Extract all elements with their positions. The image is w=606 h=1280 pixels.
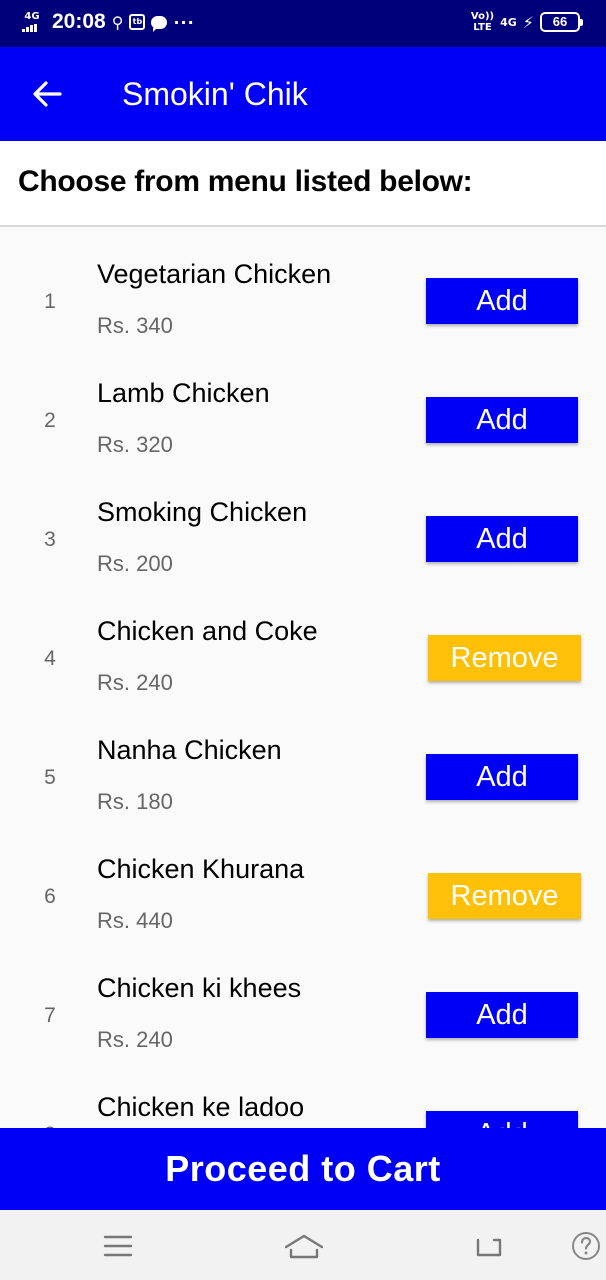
signal-icon: 4G — [22, 12, 42, 32]
more-notifications-icon: ··· — [173, 12, 195, 32]
add-button[interactable]: Add — [426, 278, 578, 324]
message-icon — [151, 15, 168, 32]
item-name: Chicken ke ladoo — [97, 1092, 305, 1122]
item-index: 4 — [44, 647, 56, 670]
battery-icon: 66 — [540, 12, 583, 32]
add-button[interactable]: Add — [426, 516, 578, 562]
item-price: Rs. 240 — [97, 670, 173, 695]
menu-item: 1 Vegetarian Chicken Rs. 340 Add — [0, 229, 606, 348]
menu-item: 6 Chicken Khurana Rs. 440 Remove — [0, 824, 606, 943]
item-index: 8 — [40, 1062, 60, 1128]
mobile-data-icon: 4G — [500, 15, 517, 29]
remove-button[interactable]: Remove — [428, 873, 581, 919]
volte-icon: Vo)) LTE — [470, 11, 495, 33]
item-index: 3 — [44, 528, 56, 551]
menu-icon[interactable] — [100, 1228, 136, 1264]
remove-button[interactable]: Remove — [428, 635, 581, 681]
add-button[interactable]: Add — [426, 397, 578, 443]
app-title: Smokin' Chik — [122, 76, 308, 112]
item-name: Nanha Chicken — [97, 735, 282, 765]
home-icon[interactable] — [282, 1228, 326, 1264]
item-name: Chicken Khurana — [97, 854, 305, 884]
add-button[interactable]: Add — [426, 992, 578, 1038]
clock: 20:08 — [52, 10, 106, 33]
proceed-to-cart-button[interactable]: Proceed to Cart — [0, 1128, 606, 1210]
back-icon[interactable] — [470, 1228, 506, 1264]
item-name: Vegetarian Chicken — [97, 259, 332, 289]
item-price: Rs. 340 — [97, 313, 173, 338]
system-nav-bar — [0, 1210, 606, 1280]
menu-list[interactable]: 1 Vegetarian Chicken Rs. 340 Add 2 Lamb … — [0, 229, 606, 1128]
charging-icon: ⚡ — [522, 12, 534, 32]
menu-item: 4 Chicken and Coke Rs. 240 Remove — [0, 586, 606, 705]
item-name: Chicken and Coke — [97, 616, 318, 646]
add-button[interactable]: Add — [426, 1111, 578, 1128]
help-icon[interactable] — [570, 1230, 602, 1262]
status-bar: 4G 20:08 ⚲ tb ··· Vo)) LTE 4G ⚡ 66 — [0, 0, 606, 47]
item-price: Rs. 320 — [97, 432, 173, 457]
item-name: Lamb Chicken — [97, 378, 270, 408]
item-price: Rs. 180 — [97, 789, 173, 814]
item-price: Rs. 200 — [97, 551, 173, 576]
item-name: Smoking Chicken — [97, 497, 308, 527]
menu-item: 5 Nanha Chicken Rs. 180 Add — [0, 705, 606, 824]
arrow-left-icon[interactable] — [30, 77, 64, 111]
item-price: Rs. 240 — [97, 1027, 173, 1052]
notification-app-icon: tb — [129, 14, 146, 30]
item-price: Rs. 440 — [97, 908, 173, 933]
add-button[interactable]: Add — [426, 754, 578, 800]
item-index: 7 — [44, 1004, 56, 1027]
menu-item: 2 Lamb Chicken Rs. 320 Add — [0, 348, 606, 467]
menu-item: 3 Smoking Chicken Rs. 200 Add — [0, 467, 606, 586]
menu-item: 7 Chicken ki khees Rs. 240 Add — [0, 943, 606, 1062]
item-name: Chicken ki khees — [97, 973, 302, 1003]
app-bar: Smokin' Chik — [0, 47, 606, 141]
usb-icon: ⚲ — [111, 12, 124, 32]
menu-heading: Choose from menu listed below: — [0, 141, 606, 227]
menu-heading-text: Choose from menu listed below: — [18, 165, 473, 198]
item-index: 1 — [44, 290, 56, 313]
item-index: 6 — [44, 885, 56, 908]
item-index: 2 — [44, 409, 56, 432]
menu-item: 8 Chicken ke ladoo Add — [0, 1062, 606, 1128]
network-type: 4G — [24, 11, 40, 22]
item-index: 5 — [44, 766, 56, 789]
